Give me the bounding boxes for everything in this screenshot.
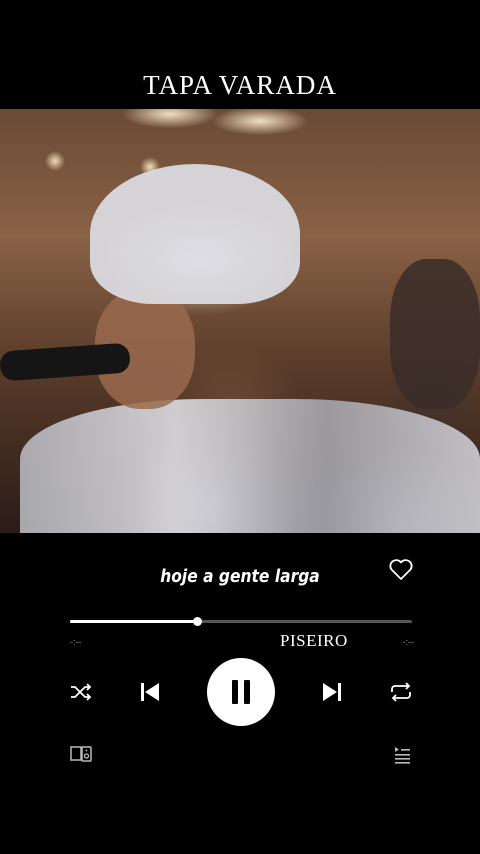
video-frame[interactable] (0, 109, 480, 533)
shuffle-button[interactable] (66, 678, 96, 706)
lyric-line: hoje a gente larga (160, 566, 320, 587)
genre-label: PISEIRO (280, 631, 348, 650)
background-musician (390, 259, 480, 409)
time-remaining: -:-- (402, 637, 415, 647)
connect-device-icon (70, 746, 92, 762)
pause-button[interactable] (207, 658, 275, 726)
previous-button[interactable] (136, 678, 164, 706)
skip-previous-icon (141, 683, 159, 701)
pause-icon (232, 680, 250, 704)
queue-icon (395, 747, 410, 764)
repeat-icon (391, 682, 411, 702)
time-elapsed: -:-- (70, 637, 82, 647)
next-button[interactable] (318, 678, 346, 706)
progress-bar[interactable] (70, 617, 412, 626)
shuffle-icon (71, 683, 92, 701)
song-title: TAPA VARADA (143, 70, 337, 100)
singer-jacket (20, 399, 480, 533)
repeat-button[interactable] (386, 678, 416, 706)
skip-next-icon (323, 683, 341, 701)
singer-hat (90, 164, 300, 304)
connect-device-button[interactable] (68, 742, 94, 766)
progress-handle[interactable] (192, 617, 202, 626)
heart-icon[interactable] (388, 558, 414, 582)
progress-fill (70, 620, 197, 623)
queue-button[interactable] (390, 744, 414, 766)
